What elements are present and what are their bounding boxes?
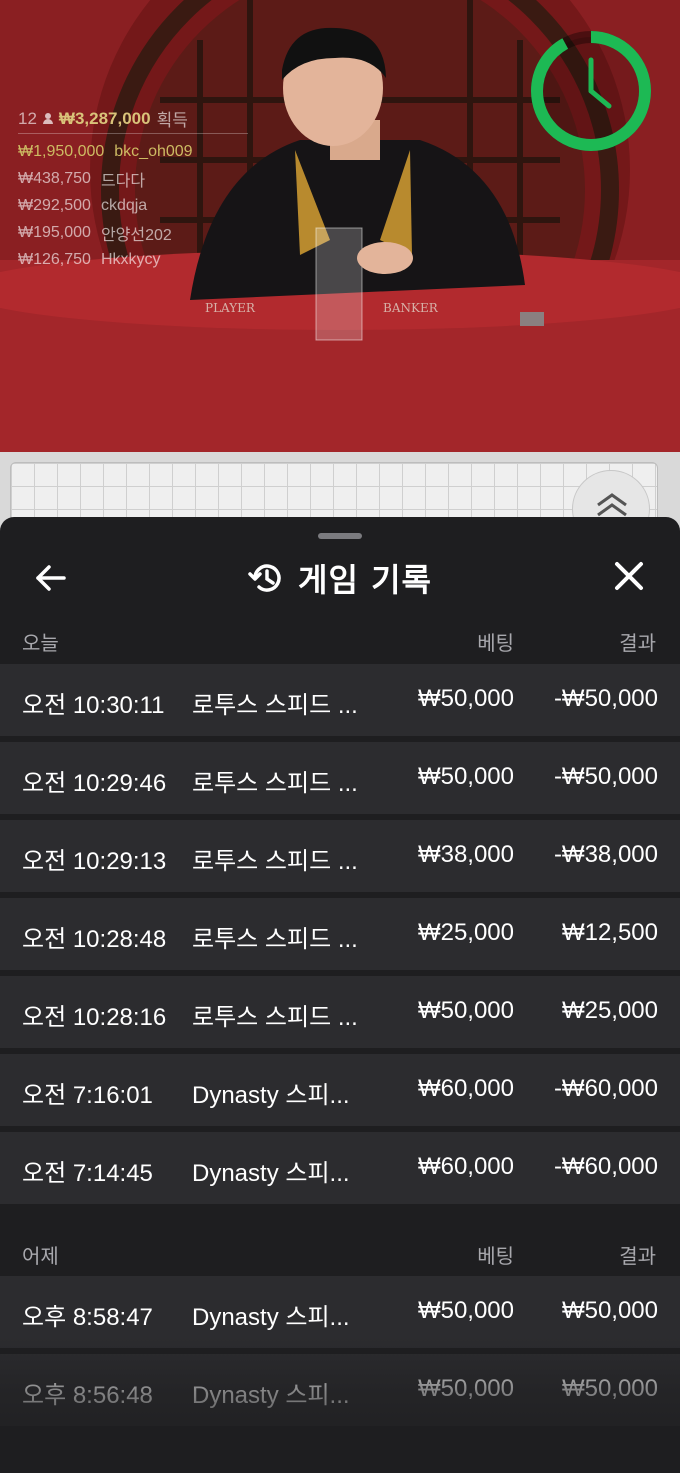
row-time: 오전 10:29:46 bbox=[22, 770, 167, 797]
row-time: 오전 10:28:16 bbox=[22, 1004, 167, 1031]
winner-amount: ₩438,750 bbox=[18, 169, 91, 187]
bet-column-header: 베팅 bbox=[477, 631, 514, 655]
row-bet: ₩50,000 bbox=[417, 763, 514, 790]
game-history-sheet: 게임 기록 오늘 베팅 결과 오전 10:30:11 로투스 스피드 ... ₩… bbox=[0, 517, 680, 1473]
sheet-title: 게임 기록 bbox=[0, 555, 680, 601]
row-time: 오후 8:56:48 bbox=[22, 1382, 153, 1409]
row-result: -₩38,000 bbox=[553, 841, 658, 868]
history-row[interactable]: 오후 8:58:47 Dynasty 스피... ₩50,000 ₩50,000 bbox=[0, 1276, 680, 1348]
row-time: 오전 10:29:13 bbox=[22, 848, 167, 875]
history-row[interactable]: 오전 7:14:45 Dynasty 스피... ₩60,000 -₩60,00… bbox=[0, 1132, 680, 1204]
row-game: 로투스 스피드 ... bbox=[192, 1004, 358, 1031]
result-column-header: 결과 bbox=[619, 631, 656, 655]
row-game: Dynasty 스피... bbox=[192, 1304, 350, 1331]
winner-amount: ₩292,500 bbox=[18, 196, 91, 214]
row-result: -₩50,000 bbox=[553, 763, 658, 790]
winner-amount: ₩126,750 bbox=[18, 250, 91, 268]
winner-amount: ₩195,000 bbox=[18, 223, 91, 241]
live-video: PLAYER BANKER 12 ₩3,287,000 획득 ₩1,950,00… bbox=[0, 0, 680, 452]
row-time: 오전 10:28:48 bbox=[22, 926, 167, 953]
winner-amount: ₩1,950,000 bbox=[18, 142, 105, 160]
row-bet: ₩25,000 bbox=[417, 919, 514, 946]
winner-name: Hkxkycy bbox=[100, 250, 161, 268]
section-label: 오늘 bbox=[22, 631, 59, 655]
row-bet: ₩50,000 bbox=[417, 997, 514, 1024]
section-header-today: 오늘 베팅 결과 bbox=[0, 619, 680, 659]
row-time: 오전 7:16:01 bbox=[22, 1082, 153, 1109]
row-result: ₩25,000 bbox=[561, 997, 658, 1024]
winner-row: ₩195,000 안양선202 bbox=[18, 219, 248, 246]
page-title: 게임 기록 bbox=[298, 561, 432, 599]
row-result: ₩12,500 bbox=[561, 919, 658, 946]
row-game: Dynasty 스피... bbox=[192, 1082, 350, 1109]
row-bet: ₩60,000 bbox=[417, 1075, 514, 1102]
row-result: ₩50,000 bbox=[561, 1297, 658, 1324]
winner-row: ₩292,500 ckdqja bbox=[18, 192, 248, 219]
winner-row: ₩1,950,000 bkc_oh009 bbox=[18, 138, 248, 165]
row-bet: ₩50,000 bbox=[417, 1375, 514, 1402]
winner-name: bkc_oh009 bbox=[114, 142, 193, 160]
history-row[interactable]: 오전 10:29:46 로투스 스피드 ... ₩50,000 -₩50,000 bbox=[0, 742, 680, 814]
history-row[interactable]: 오전 10:28:16 로투스 스피드 ... ₩50,000 ₩25,000 bbox=[0, 976, 680, 1048]
row-result: -₩50,000 bbox=[553, 685, 658, 712]
sheet-drag-handle[interactable] bbox=[318, 533, 362, 539]
countdown-timer-icon bbox=[531, 31, 651, 151]
history-row[interactable]: 오전 10:29:13 로투스 스피드 ... ₩38,000 -₩38,000 bbox=[0, 820, 680, 892]
row-game: Dynasty 스피... bbox=[192, 1382, 350, 1409]
result-column-header: 결과 bbox=[619, 1244, 656, 1268]
row-result: ₩50,000 bbox=[561, 1375, 658, 1402]
history-row[interactable]: 오전 10:28:48 로투스 스피드 ... ₩25,000 ₩12,500 bbox=[0, 898, 680, 970]
player-label: PLAYER bbox=[205, 301, 256, 315]
winner-name: 드다다 bbox=[100, 172, 146, 190]
row-bet: ₩50,000 bbox=[417, 685, 514, 712]
row-time: 오전 7:14:45 bbox=[22, 1160, 153, 1187]
winner-row: ₩438,750 드다다 bbox=[18, 165, 248, 192]
bet-column-header: 베팅 bbox=[477, 1244, 514, 1268]
winners-header: 12 ₩3,287,000 획득 bbox=[18, 108, 248, 134]
row-bet: ₩60,000 bbox=[417, 1153, 514, 1180]
person-icon bbox=[42, 112, 53, 125]
row-game: 로투스 스피드 ... bbox=[192, 926, 358, 953]
row-time: 오전 10:30:11 bbox=[22, 692, 165, 719]
history-row[interactable]: 오후 8:56:48 Dynasty 스피... ₩50,000 ₩50,000 bbox=[0, 1354, 680, 1426]
winners-panel: 12 ₩3,287,000 획득 ₩1,950,000 bkc_oh009 ₩4… bbox=[18, 108, 248, 273]
row-game: Dynasty 스피... bbox=[192, 1160, 350, 1187]
row-time: 오후 8:58:47 bbox=[22, 1304, 153, 1331]
total-win-amount: ₩3,287,000 bbox=[58, 108, 151, 128]
row-game: 로투스 스피드 ... bbox=[192, 848, 358, 875]
history-row[interactable]: 오전 7:16:01 Dynasty 스피... ₩60,000 -₩60,00… bbox=[0, 1054, 680, 1126]
close-icon[interactable] bbox=[612, 559, 646, 593]
banker-label: BANKER bbox=[383, 301, 439, 315]
row-result: -₩60,000 bbox=[553, 1075, 658, 1102]
row-game: 로투스 스피드 ... bbox=[192, 692, 358, 719]
sheet-header: 게임 기록 bbox=[0, 547, 680, 607]
row-bet: ₩50,000 bbox=[417, 1297, 514, 1324]
history-row[interactable]: 오전 10:30:11 로투스 스피드 ... ₩50,000 -₩50,000 bbox=[0, 664, 680, 736]
player-count: 12 bbox=[18, 108, 37, 128]
section-header-yesterday: 어제 베팅 결과 bbox=[0, 1232, 680, 1272]
winner-name: 안양선202 bbox=[100, 226, 172, 244]
row-game: 로투스 스피드 ... bbox=[192, 770, 358, 797]
winner-row: ₩126,750 Hkxkycy bbox=[18, 246, 248, 273]
row-bet: ₩38,000 bbox=[417, 841, 514, 868]
total-win-suffix: 획득 bbox=[156, 111, 188, 130]
section-label: 어제 bbox=[22, 1244, 59, 1268]
row-result: -₩60,000 bbox=[553, 1153, 658, 1180]
winner-name: ckdqja bbox=[100, 196, 148, 214]
history-icon bbox=[248, 564, 281, 592]
